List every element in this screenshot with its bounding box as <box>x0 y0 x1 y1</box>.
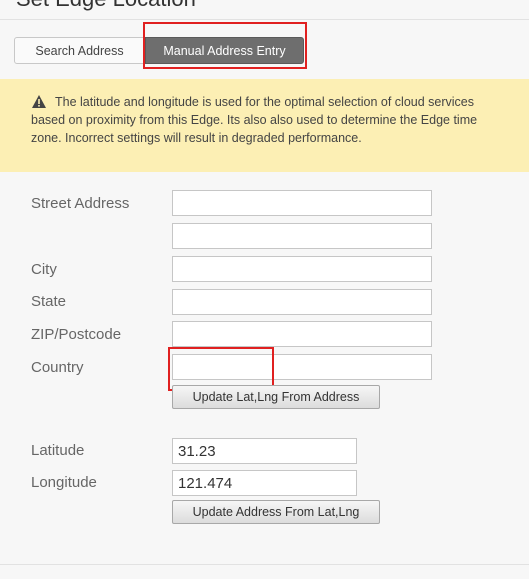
street-address-label: Street Address <box>31 195 130 212</box>
update-address-from-latlng-button[interactable]: Update Address From Lat,Lng <box>172 500 380 524</box>
dialog-title: Set Edge Location <box>16 0 196 12</box>
title-divider <box>0 19 529 20</box>
tab-manual-address-entry[interactable]: Manual Address Entry <box>145 37 304 64</box>
longitude-input[interactable] <box>172 470 357 496</box>
state-input[interactable] <box>172 289 432 315</box>
zip-postcode-label: ZIP/Postcode <box>31 326 122 343</box>
latitude-input[interactable] <box>172 438 357 464</box>
country-input[interactable] <box>172 354 432 380</box>
longitude-label: Longitude <box>31 474 97 491</box>
country-label: Country <box>31 359 84 376</box>
street-address-line2-input[interactable] <box>172 223 432 249</box>
state-label: State <box>31 293 67 310</box>
latitude-label: Latitude <box>31 442 85 459</box>
city-input[interactable] <box>172 256 432 282</box>
warning-text: The latitude and longitude is used for t… <box>31 95 478 145</box>
update-latlng-from-address-button[interactable]: Update Lat,Lng From Address <box>172 385 380 409</box>
footer-divider <box>0 564 529 565</box>
zip-postcode-input[interactable] <box>172 321 432 347</box>
city-label: City <box>31 261 57 278</box>
tab-search-address[interactable]: Search Address <box>14 37 145 64</box>
warning-banner: The latitude and longitude is used for t… <box>0 79 529 172</box>
street-address-line1-input[interactable] <box>172 190 432 216</box>
